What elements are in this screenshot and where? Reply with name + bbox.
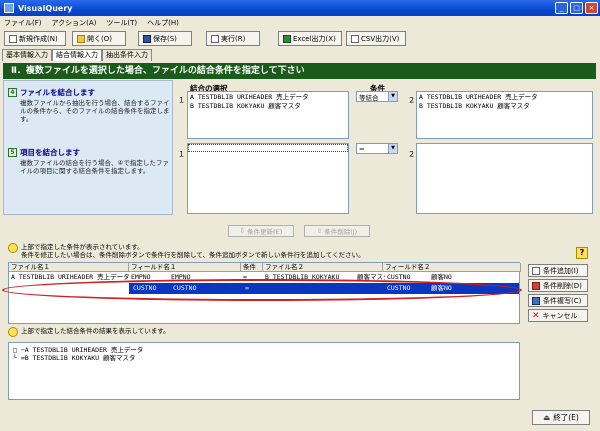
save-button[interactable]: 保存(S) <box>138 31 192 46</box>
column-header[interactable]: ファイル名１ <box>9 263 129 272</box>
field2-list[interactable] <box>416 143 593 214</box>
chevron-down-icon: ▼ <box>388 144 397 153</box>
list-item[interactable] <box>188 144 348 152</box>
run-button[interactable]: 実行(R) <box>206 31 260 46</box>
copy-icon <box>532 296 540 305</box>
guide-panel: 4 ファイルを結合します 複数ファイルから抽出を行う場合、結合するファイルの条件… <box>3 80 173 215</box>
chevron-down-icon: ▼ <box>388 92 397 101</box>
tree-node[interactable]: □ −A TESTDBLIB URIHEADER 売上データ <box>9 343 519 354</box>
tab-strip: 基本情報入力 結合情報入力 抽出条件入力 <box>2 49 152 61</box>
file1-list[interactable]: A TESTDBLIB URIHEADER 売上データ B TESTDBLIB … <box>187 91 349 139</box>
menu-tools[interactable]: ツール(T) <box>106 18 137 28</box>
step-number: 4 <box>8 88 17 97</box>
column-header[interactable]: フィールド名１ <box>129 263 241 272</box>
menu-file[interactable]: ファイル(F) <box>4 18 42 28</box>
grid-info: 上部で指定した条件が表示されています。 条件を修正したい場合は、条件削除ボタンで… <box>8 243 568 259</box>
menu-bar: ファイル(F) アクション(A) ツール(T) ヘルプ(H) <box>0 16 600 30</box>
close-button[interactable]: × <box>585 2 598 14</box>
list-item[interactable]: B TESTDBLIB KOKYAKU 顧客マスタ <box>188 102 348 110</box>
delete-icon: ⇧ <box>316 227 323 235</box>
column-header[interactable]: フィールド名２ <box>383 263 521 272</box>
copy-condition-button[interactable]: 条件複写(C) <box>528 294 588 307</box>
excel-export-button[interactable]: Excel出力(X) <box>278 31 342 46</box>
join-type-select[interactable]: 等結合 ▼ <box>356 91 398 102</box>
tab-join-info[interactable]: 結合情報入力 <box>52 49 102 61</box>
list-item[interactable]: A TESTDBLIB URIHEADER 売上データ <box>417 92 592 102</box>
exit-icon: ⏏ <box>543 413 551 422</box>
list-item[interactable]: A TESTDBLIB URIHEADER 売上データ <box>188 92 348 102</box>
tree-node[interactable]: └ =B TESTDBLIB KOKYAKU 顧客マスタ <box>9 354 519 362</box>
app-icon <box>4 3 14 13</box>
menu-help[interactable]: ヘルプ(H) <box>147 18 179 28</box>
section-title: 4 ファイルを結合します <box>8 87 170 98</box>
update-icon: ⇩ <box>239 227 246 235</box>
toolbar: 新規作成(N) 開く(O) 保存(S) 実行(R) Excel出力(X) CSV… <box>0 30 600 48</box>
remove-condition-button[interactable]: 条件削除(D) <box>528 279 588 292</box>
step-number: 5 <box>8 148 17 157</box>
minimize-button[interactable]: _ <box>555 2 568 14</box>
remove-icon <box>532 281 540 290</box>
x-icon: ✕ <box>532 310 540 321</box>
delete-condition-button[interactable]: ⇧ 条件削除(J) <box>304 225 370 237</box>
section-description: 複数ファイルから抽出を行う場合、結合するファイルの条件から、そのファイルの結合条… <box>20 99 170 123</box>
table-cell: 顧客NO <box>431 273 452 281</box>
add-icon <box>532 266 540 275</box>
window-title: VisualQuery <box>18 3 73 13</box>
lightbulb-icon <box>8 327 18 337</box>
floppy-icon <box>143 34 151 43</box>
tab-filter-conditions[interactable]: 抽出条件入力 <box>102 49 152 61</box>
section-title: 5 項目を結合します <box>8 147 170 158</box>
maximize-button[interactable]: □ <box>570 2 583 14</box>
column-header[interactable]: 条件 <box>241 263 263 272</box>
folder-icon <box>77 34 85 43</box>
tree-info: 上部で指定した結合条件の結果を表示しています。 <box>8 327 408 337</box>
menu-action[interactable]: アクション(A) <box>52 18 97 28</box>
field-condition-select[interactable]: = ▼ <box>356 143 398 154</box>
highlight-annotation <box>2 279 522 301</box>
new-button[interactable]: 新規作成(N) <box>4 31 66 46</box>
run-icon <box>211 34 219 43</box>
section-description: 複数ファイルの結合を行う場合、④で指定したファイルの項目に関する結合条件を指定し… <box>20 159 169 175</box>
lightbulb-icon <box>8 243 18 253</box>
csv-icon <box>351 34 359 43</box>
csv-export-button[interactable]: CSV出力(V) <box>346 31 406 46</box>
excel-icon <box>283 34 291 43</box>
window-controls: _ □ × <box>555 2 598 14</box>
add-condition-button[interactable]: 条件追加(I) <box>528 264 588 277</box>
update-condition-button[interactable]: ⇩ 条件更新(E) <box>228 225 294 237</box>
open-button[interactable]: 開く(O) <box>72 31 126 46</box>
join-result-tree: □ −A TESTDBLIB URIHEADER 売上データ └ =B TEST… <box>8 342 520 400</box>
section-heading: Ⅱ．複数ファイルを選択した場合、ファイルの結合条件を指定して下さい <box>3 63 596 79</box>
cancel-button[interactable]: ✕ キャンセル <box>528 309 588 322</box>
field1-list[interactable] <box>187 143 349 214</box>
column-header[interactable]: ファイル名２ <box>263 263 383 272</box>
exit-button[interactable]: ⏏ 終了(E) <box>532 410 590 425</box>
file2-list[interactable]: A TESTDBLIB URIHEADER 売上データ B TESTDBLIB … <box>416 91 593 139</box>
new-file-icon <box>9 34 17 43</box>
tab-basic-info[interactable]: 基本情報入力 <box>2 49 52 61</box>
help-button[interactable]: ? <box>576 247 588 259</box>
list-item[interactable]: B TESTDBLIB KOKYAKU 顧客マスタ <box>417 102 592 110</box>
title-bar: VisualQuery <box>0 0 600 16</box>
